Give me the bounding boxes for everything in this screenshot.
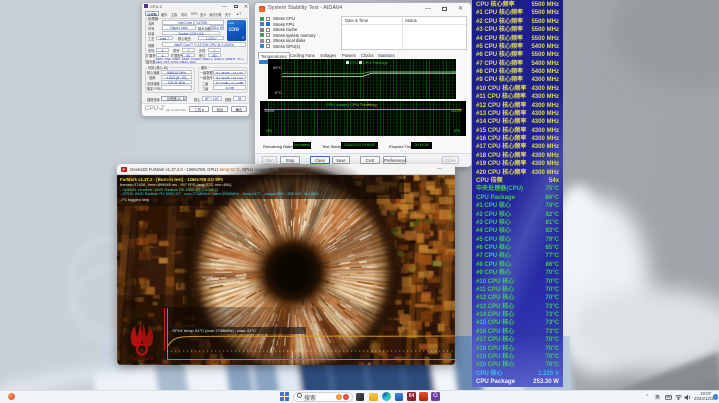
svg-text:FurMark: FurMark bbox=[130, 356, 154, 362]
